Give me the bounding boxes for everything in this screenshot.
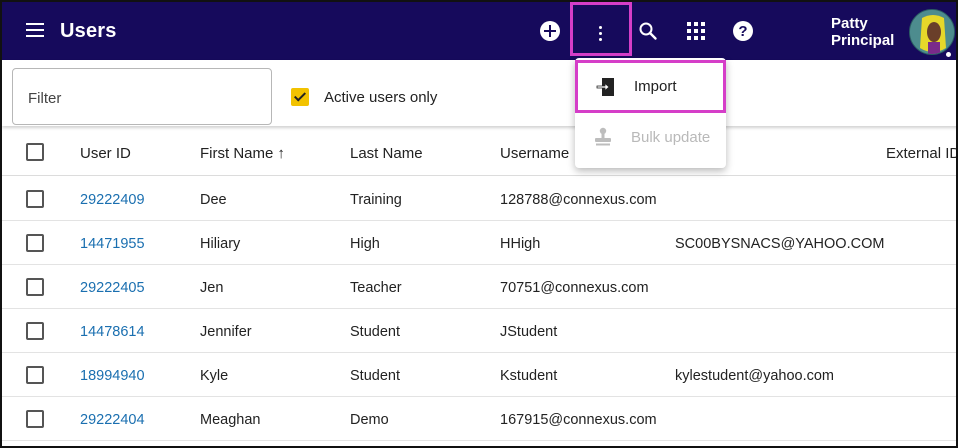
active-users-checkbox[interactable] (291, 88, 309, 106)
more-options-button[interactable] (570, 2, 632, 56)
apps-icon[interactable] (684, 19, 708, 43)
last-name-cell: High (350, 236, 380, 252)
menu-item-bulk-update: Bulk update (575, 113, 726, 161)
user-id-link[interactable]: 29222404 (80, 412, 145, 428)
table-row: 14478614 Jennifer Student JStudent (2, 309, 956, 353)
sort-ascending-icon: ↑ (277, 145, 285, 162)
avatar-status-dot (946, 52, 951, 57)
menu-item-bulk-update-label: Bulk update (631, 128, 711, 146)
table-header: User ID First Name ↑ Last Name Username E… (2, 129, 956, 176)
menu-item-import-label: Import (634, 78, 677, 95)
first-name-cell: Meaghan (200, 412, 261, 428)
last-name-cell: Student (350, 368, 400, 384)
user-id-link[interactable]: 29222409 (80, 192, 145, 208)
first-name-cell: Kyle (200, 368, 229, 384)
help-icon[interactable]: ? (731, 19, 755, 43)
first-name-cell: Jennifer (200, 324, 252, 340)
table-row: 29222404 Meaghan Demo 167915@connexus.co… (2, 397, 956, 441)
username-cell: JStudent (500, 324, 558, 340)
user-last-name: Principal (831, 32, 895, 49)
import-icon (596, 77, 616, 97)
top-app-bar: Users ? Patty Principal (2, 2, 956, 60)
username-cell: 167915@connexus.com (500, 412, 657, 428)
column-external-id[interactable]: External ID (886, 145, 956, 162)
user-first-name: Patty (831, 15, 868, 32)
last-name-cell: Student (350, 324, 400, 340)
menu-icon[interactable] (26, 23, 44, 37)
select-all-checkbox[interactable] (26, 143, 44, 161)
row-checkbox[interactable] (26, 190, 44, 208)
first-name-cell: Hiliary (200, 236, 241, 252)
page-title: Users (60, 20, 117, 42)
row-checkbox[interactable] (26, 366, 44, 384)
first-name-cell: Dee (200, 192, 227, 208)
add-icon[interactable] (538, 19, 562, 43)
email-cell: SC00BYSNACS@YAHOO.COM (675, 236, 885, 252)
row-checkbox[interactable] (26, 410, 44, 428)
row-checkbox[interactable] (26, 234, 44, 252)
active-users-label: Active users only (324, 89, 438, 106)
filter-bar: Filter Active users only (2, 60, 956, 126)
column-first-name[interactable]: First Name ↑ (200, 145, 285, 162)
first-name-cell: Jen (200, 280, 224, 296)
last-name-cell: Demo (350, 412, 389, 428)
email-cell: kylestudent@yahoo.com (675, 368, 834, 384)
user-id-link[interactable]: 18994940 (80, 368, 145, 384)
column-last-name[interactable]: Last Name (350, 145, 423, 162)
user-id-link[interactable]: 14471955 (80, 236, 145, 252)
column-username[interactable]: Username (500, 145, 569, 162)
column-first-name-label: First Name (200, 145, 274, 162)
menu-item-import[interactable]: Import (575, 60, 726, 113)
stamp-icon (593, 127, 613, 147)
user-name: Patty Principal (831, 15, 894, 49)
table-row: 29222409 Dee Training 128788@connexus.co… (2, 177, 956, 221)
table-row: 18994940 Kyle Student Kstudent kylestude… (2, 353, 956, 397)
user-id-link[interactable]: 29222405 (80, 280, 145, 296)
more-vert-icon (599, 26, 603, 44)
table-row: 29222405 Jen Teacher 70751@connexus.com (2, 265, 956, 309)
column-user-id[interactable]: User ID (80, 145, 131, 162)
table-row: 14471955 Hiliary High HHigh SC00BYSNACS@… (2, 221, 956, 265)
last-name-cell: Training (350, 192, 402, 208)
user-id-link[interactable]: 14478614 (80, 324, 145, 340)
username-cell: 128788@connexus.com (500, 192, 657, 208)
last-name-cell: Teacher (350, 280, 402, 296)
username-cell: Kstudent (500, 368, 558, 384)
row-checkbox[interactable] (26, 278, 44, 296)
filter-input[interactable]: Filter (12, 68, 272, 125)
username-cell: 70751@connexus.com (500, 280, 649, 296)
more-options-menu: Import Bulk update (575, 58, 726, 168)
search-icon[interactable] (636, 19, 660, 43)
avatar[interactable] (909, 9, 955, 55)
app-frame: Users ? Patty Principal Filter Active us… (0, 0, 958, 448)
row-checkbox[interactable] (26, 322, 44, 340)
username-cell: HHigh (500, 236, 541, 252)
